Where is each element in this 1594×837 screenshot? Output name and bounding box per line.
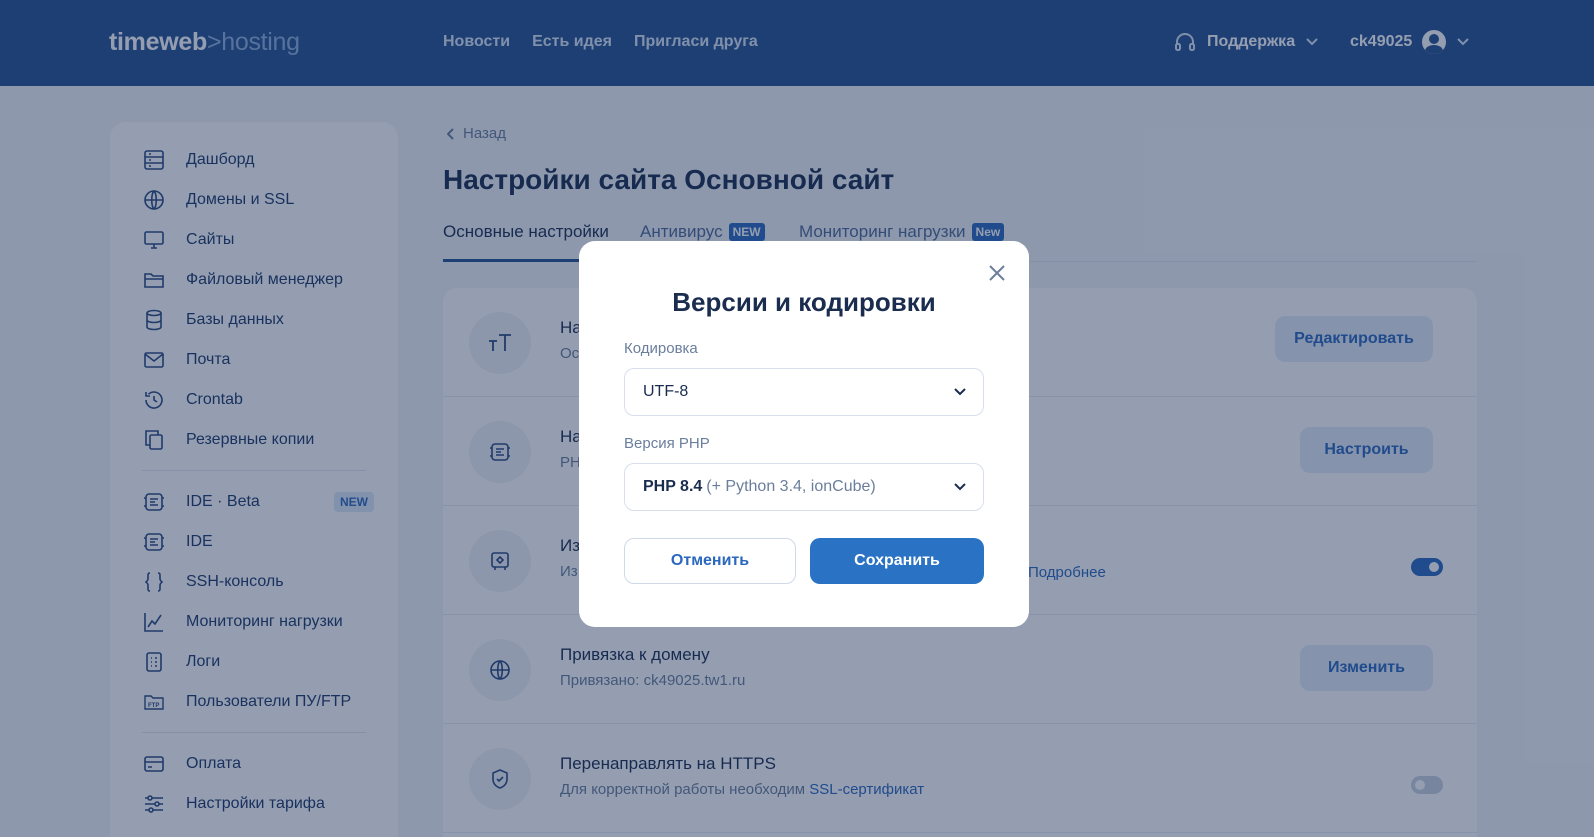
php-version-extra: (+ Python 3.4, ionCube) xyxy=(706,478,876,495)
php-version-value: PHP 8.4 (+ Python 3.4, ionCube) xyxy=(643,478,876,496)
versions-encoding-modal: Версии и кодировки Кодировка UTF-8 Верси… xyxy=(579,241,1029,627)
modal-title: Версии и кодировки xyxy=(672,287,936,317)
chevron-down-icon xyxy=(954,388,966,396)
encoding-label: Кодировка xyxy=(624,340,698,357)
chevron-down-icon xyxy=(954,483,966,491)
encoding-value: UTF-8 xyxy=(643,383,689,400)
encoding-select[interactable]: UTF-8 xyxy=(624,368,984,416)
php-version-main: PHP 8.4 xyxy=(643,478,703,495)
php-version-label: Версия PHP xyxy=(624,435,710,452)
save-button[interactable]: Сохранить xyxy=(810,538,984,584)
php-version-select[interactable]: PHP 8.4 (+ Python 3.4, ionCube) xyxy=(624,463,984,511)
close-icon[interactable] xyxy=(987,263,1007,283)
cancel-button[interactable]: Отменить xyxy=(624,538,796,584)
